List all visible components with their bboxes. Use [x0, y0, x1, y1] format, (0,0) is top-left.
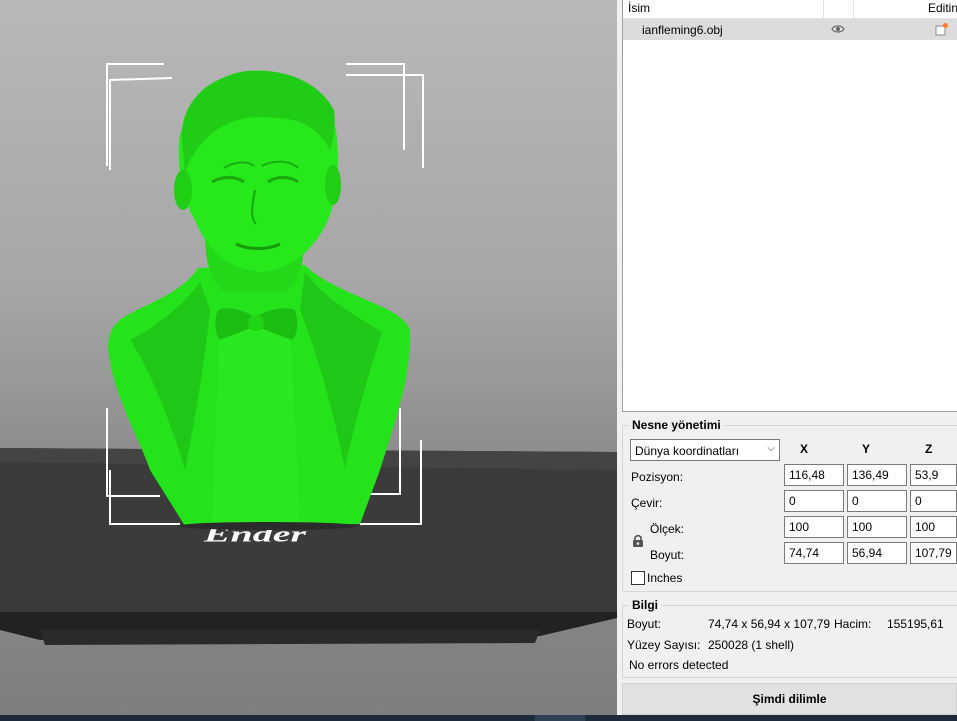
- eye-icon[interactable]: [831, 23, 845, 37]
- info-volume-value: 155195,61: [887, 617, 944, 631]
- coord-system-select[interactable]: Dünya koordinatları ⌵: [630, 439, 780, 461]
- axis-y-label: Y: [862, 442, 871, 456]
- object-row[interactable]: ianfleming6.obj: [623, 19, 957, 40]
- info-size-value: 74,74 x 56,94 x 107,79: [708, 617, 831, 631]
- chevron-down-icon: ⌵: [767, 443, 775, 454]
- info-facets-label: Yüzey Sayısı:: [627, 638, 701, 652]
- scale-y-field[interactable]: 100: [847, 516, 907, 538]
- column-header-name[interactable]: İsim: [628, 1, 650, 15]
- rotate-z-field[interactable]: 0: [910, 490, 957, 512]
- info-errors: No errors detected: [629, 658, 729, 672]
- position-y-field[interactable]: 136,49: [847, 464, 907, 486]
- object-list[interactable]: İsim Editin ianfleming6.obj: [622, 0, 957, 412]
- size-y-field[interactable]: 56,94: [847, 542, 907, 564]
- size-label: Boyut:: [650, 548, 685, 562]
- column-header-edit[interactable]: Editin: [928, 1, 957, 15]
- position-z-field[interactable]: 53,9: [910, 464, 957, 486]
- info-title: Bilgi: [632, 598, 658, 612]
- size-z-field[interactable]: 107,79: [910, 542, 957, 564]
- coord-system-value: Dünya koordinatları: [635, 444, 740, 458]
- scale-x-field[interactable]: 100: [784, 516, 844, 538]
- scene: Ender: [0, 63, 617, 645]
- position-x-field[interactable]: 116,48: [784, 464, 844, 486]
- scale-label: Ölçek:: [650, 522, 685, 536]
- bust-model[interactable]: [108, 70, 411, 526]
- info-volume-label: Hacim:: [834, 617, 872, 631]
- info-size-label: Boyut:: [627, 617, 662, 631]
- position-label: Pozisyon:: [631, 470, 684, 484]
- right-panel: İsim Editin ianfleming6.obj Nesne yöneti…: [617, 0, 957, 721]
- lock-icon[interactable]: [632, 534, 644, 551]
- object-name: ianfleming6.obj: [642, 23, 723, 37]
- object-management-title: Nesne yönetimi: [632, 418, 721, 432]
- size-x-field[interactable]: 74,74: [784, 542, 844, 564]
- axis-x-label: X: [800, 442, 809, 456]
- object-list-header: İsim Editin: [623, 0, 957, 19]
- inches-checkbox[interactable]: [631, 571, 645, 585]
- rotate-y-field[interactable]: 0: [847, 490, 907, 512]
- edit-settings-icon[interactable]: [935, 22, 949, 39]
- info-facets-value: 250028 (1 shell): [708, 638, 795, 652]
- 3d-viewport[interactable]: Ender: [0, 0, 617, 721]
- axis-z-label: Z: [925, 442, 933, 456]
- taskbar-strip: [0, 715, 957, 721]
- rotate-x-field[interactable]: 0: [784, 490, 844, 512]
- rotate-label: Çevir:: [631, 496, 663, 510]
- inches-label: Inches: [647, 571, 683, 585]
- slice-now-button[interactable]: Şimdi dilimle: [622, 683, 957, 715]
- scale-z-field[interactable]: 100: [910, 516, 957, 538]
